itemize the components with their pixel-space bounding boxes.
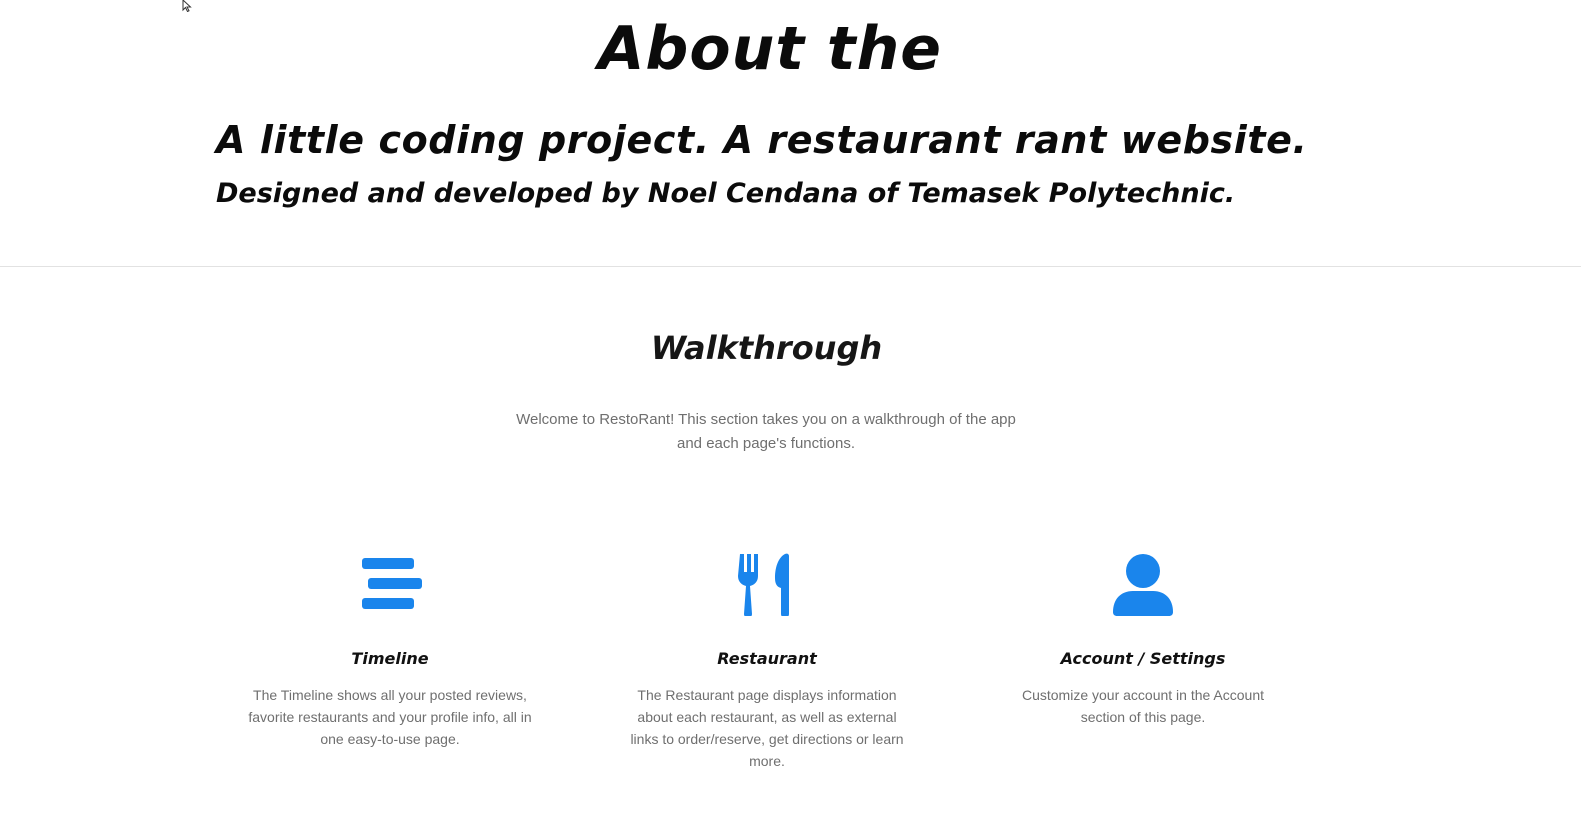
feature-account-settings: Account / Settings Customize your accoun…: [993, 552, 1293, 728]
feature-description: Customize your account in the Account se…: [1021, 687, 1265, 725]
feature-restaurant: Restaurant The Restaurant page displays …: [617, 552, 917, 772]
about-title: About the: [598, 14, 942, 84]
utensils-icon: [738, 553, 789, 616]
about-credit: Designed and developed by Noel Cendana o…: [216, 178, 1236, 209]
walkthrough-intro: Welcome to RestoRant! This section takes…: [516, 411, 1016, 452]
feature-description: The Restaurant page displays information…: [630, 687, 904, 769]
list-icon: [362, 558, 422, 609]
walkthrough-title: Walkthrough: [650, 329, 883, 367]
about-subtitle: A little coding project. A restaurant ra…: [216, 118, 1308, 162]
feature-description: The Timeline shows all your posted revie…: [248, 687, 532, 747]
user-icon: [1113, 554, 1173, 616]
feature-title: Restaurant: [717, 649, 817, 668]
feature-title: Account / Settings: [1060, 649, 1226, 668]
feature-title: Timeline: [351, 649, 429, 668]
feature-timeline: Timeline The Timeline shows all your pos…: [240, 552, 540, 750]
section-divider: [0, 266, 1581, 267]
